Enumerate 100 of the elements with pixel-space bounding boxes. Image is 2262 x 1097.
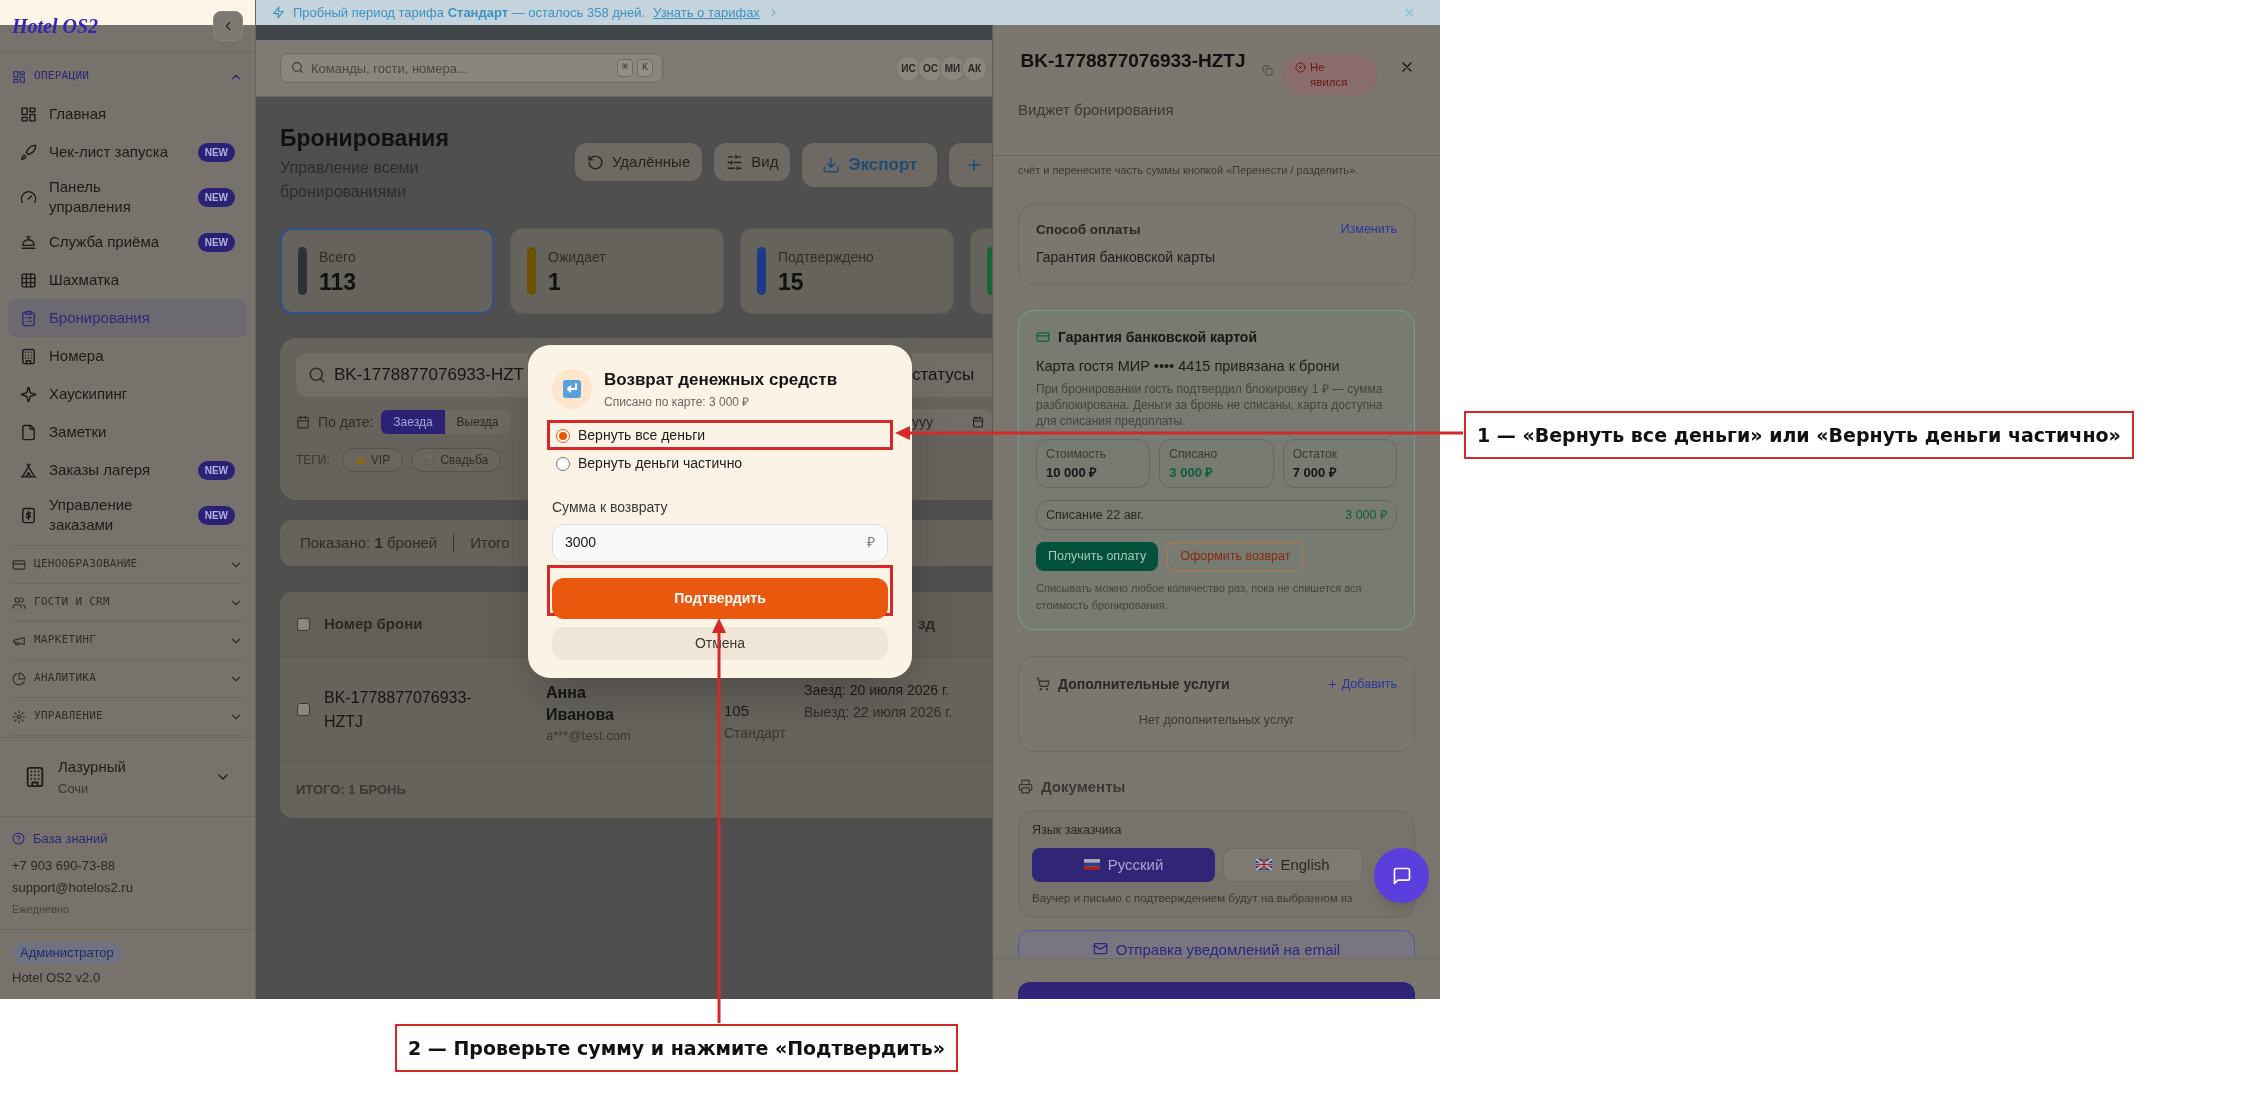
language-label: Язык заказчика	[1032, 822, 1123, 839]
russian-flag-icon	[1083, 859, 1100, 871]
calendar-icon	[296, 415, 310, 429]
radio-button[interactable]	[556, 456, 570, 471]
sidebar-item[interactable]: Номера	[8, 337, 247, 375]
sidebar-item[interactable]: Управление заказами NEW	[8, 489, 247, 541]
sidebar-item[interactable]: Шахматка	[8, 261, 247, 299]
nav-section-header[interactable]: АНАЛИТИКА	[12, 660, 243, 697]
booking-search-field[interactable]: BK-1778877076933-HZT	[296, 353, 528, 397]
plus-icon	[1326, 678, 1338, 690]
building-icon	[20, 347, 37, 365]
stat-card[interactable]: Ожидает 1	[510, 228, 724, 314]
sidebar-item[interactable]: Главная	[8, 95, 247, 133]
currency-suffix: ₽	[867, 533, 875, 552]
refund-option[interactable]: Вернуть деньги частично	[556, 452, 743, 475]
help-circle-icon	[12, 832, 25, 846]
amount-label: Стоимость	[1046, 446, 1108, 463]
refund-button[interactable]: Оформить возврат	[1167, 542, 1304, 572]
stat-label: Всего	[319, 247, 357, 267]
booking-number-title: BK-1778877076933-HZTJ	[1019, 49, 1247, 73]
role-badge: Администратор	[12, 942, 122, 964]
user-avatar[interactable]: ОС	[917, 54, 944, 82]
pricing-link[interactable]: Узнать о тарифах	[653, 2, 760, 23]
stat-value: 15	[778, 267, 805, 296]
note-text: счёт и перенесите часть суммы кнопкой «Перенести / разделить».	[1018, 163, 1360, 178]
room-number: 105	[724, 701, 751, 721]
new-badge: NEW	[197, 142, 235, 162]
cart-icon	[1036, 677, 1050, 691]
row-checkbox[interactable]	[297, 703, 310, 716]
stat-card[interactable]: Всего 113	[280, 228, 494, 314]
dialog-subtitle: Списано по карте: 3 000 ₽	[604, 393, 751, 411]
nav-section-header[interactable]: МАРКЕТИНГ	[12, 622, 243, 659]
sidebar-item[interactable]: Хаускипинг	[8, 375, 247, 413]
rocket-icon	[20, 143, 37, 161]
card-title: Дополнительные услуги	[1058, 674, 1230, 694]
section-title: Документы	[1041, 776, 1126, 797]
stat-card[interactable]: Подтверждено 15	[740, 228, 954, 314]
language-note: Ваучер и письмо с подтверждением будут на выбранном яз	[1032, 890, 1354, 906]
credit-card-icon	[12, 557, 26, 572]
toolbar-button[interactable]: Вид	[714, 143, 791, 181]
add-extra-link[interactable]: Добавить	[1326, 674, 1397, 694]
toolbar-button[interactable]: Удалённые	[575, 143, 703, 181]
dashboard-grid-icon	[12, 69, 26, 84]
tag-chip[interactable]: VIP	[341, 448, 404, 472]
empty-extras-text: Нет дополнительных услуг	[1137, 711, 1296, 729]
support-phone: +7 903 690-73-88	[12, 856, 116, 875]
stat-value: 113	[319, 267, 357, 296]
confirm-button[interactable]: Подтвердить	[552, 577, 888, 619]
select-all-checkbox[interactable]	[297, 618, 310, 631]
sidebar-item[interactable]: Служба приёма NEW	[8, 223, 247, 261]
property-switcher[interactable]: Лазурный Сочи	[0, 738, 255, 816]
close-icon	[1403, 6, 1416, 19]
settings-icon	[12, 709, 26, 724]
tag-chip[interactable]: Свадьба	[411, 448, 502, 472]
email-notifications-button[interactable]: Отправка уведомлений на email	[1018, 930, 1415, 958]
knowledge-base-link[interactable]: База знаний	[12, 829, 243, 849]
date-mode-tab[interactable]: Выезда	[444, 410, 511, 434]
crown-icon	[354, 454, 367, 466]
chat-icon	[1391, 865, 1412, 886]
payment-method-value: Гарантия банковской карты	[1036, 247, 1217, 267]
amount-field[interactable]: 3000 ₽	[552, 523, 888, 562]
nav-section-header[interactable]: УПРАВЛЕНИЕ	[12, 698, 243, 735]
amount-label: Сумма к возврату	[552, 497, 669, 517]
amount-value: 7 000 ₽	[1292, 464, 1338, 482]
collapse-sidebar-button[interactable]	[213, 10, 243, 41]
copy-icon	[1262, 65, 1273, 76]
sidebar-item[interactable]: Заказы лагеря NEW	[8, 451, 247, 489]
collect-payment-button[interactable]: Получить оплату	[1036, 542, 1159, 572]
new-badge: NEW	[197, 505, 235, 525]
date-field[interactable]: yyy	[912, 409, 992, 435]
sidebar-item[interactable]: Заметки	[8, 413, 247, 451]
sidebar-item[interactable]: Панель управления NEW	[8, 171, 247, 223]
user-avatar[interactable]: ИС	[895, 54, 922, 82]
service-bell-icon	[20, 233, 37, 251]
sidebar-item[interactable]: Чек-лист запуска NEW	[8, 133, 247, 171]
charge-label: Списание 22 авг.	[1046, 506, 1144, 524]
date-mode-tab[interactable]: Заезда	[381, 410, 445, 434]
search-icon	[291, 61, 304, 74]
user-avatar[interactable]: МИ	[939, 54, 966, 82]
language-option[interactable]: Русский	[1032, 847, 1215, 882]
amount-label: Остаток	[1292, 446, 1339, 463]
stat-label: Подтверждено	[778, 247, 874, 267]
refund-option[interactable]: Вернуть все деньги	[556, 424, 706, 447]
change-link[interactable]: Изменить	[1340, 219, 1397, 240]
status-select[interactable]: статусы	[912, 353, 992, 397]
app-version: Hotel OS2 v2.0	[12, 968, 101, 987]
document-icon	[20, 423, 37, 441]
card-title: Способ оплаты	[1036, 220, 1141, 239]
language-option[interactable]: English	[1223, 847, 1363, 882]
nav-section-header[interactable]: ОПЕРАЦИИ	[12, 58, 243, 95]
mail-icon	[1092, 941, 1108, 956]
sidebar-item[interactable]: Бронирования	[8, 299, 247, 337]
nav-section-header[interactable]: ГОСТИ И CRM	[12, 584, 243, 621]
nav-section-header[interactable]: ЦЕНООБРАЗОВАНИЕ	[12, 546, 243, 583]
radio-button[interactable]	[556, 428, 570, 443]
booking-source: Виджет бронирования	[1018, 100, 1175, 120]
copy-button[interactable]	[1262, 65, 1273, 76]
new-badge: NEW	[197, 232, 235, 252]
user-avatar[interactable]: АК	[961, 54, 988, 82]
checkin-date: Заезд: 20 июля 2026 г.	[804, 681, 951, 700]
